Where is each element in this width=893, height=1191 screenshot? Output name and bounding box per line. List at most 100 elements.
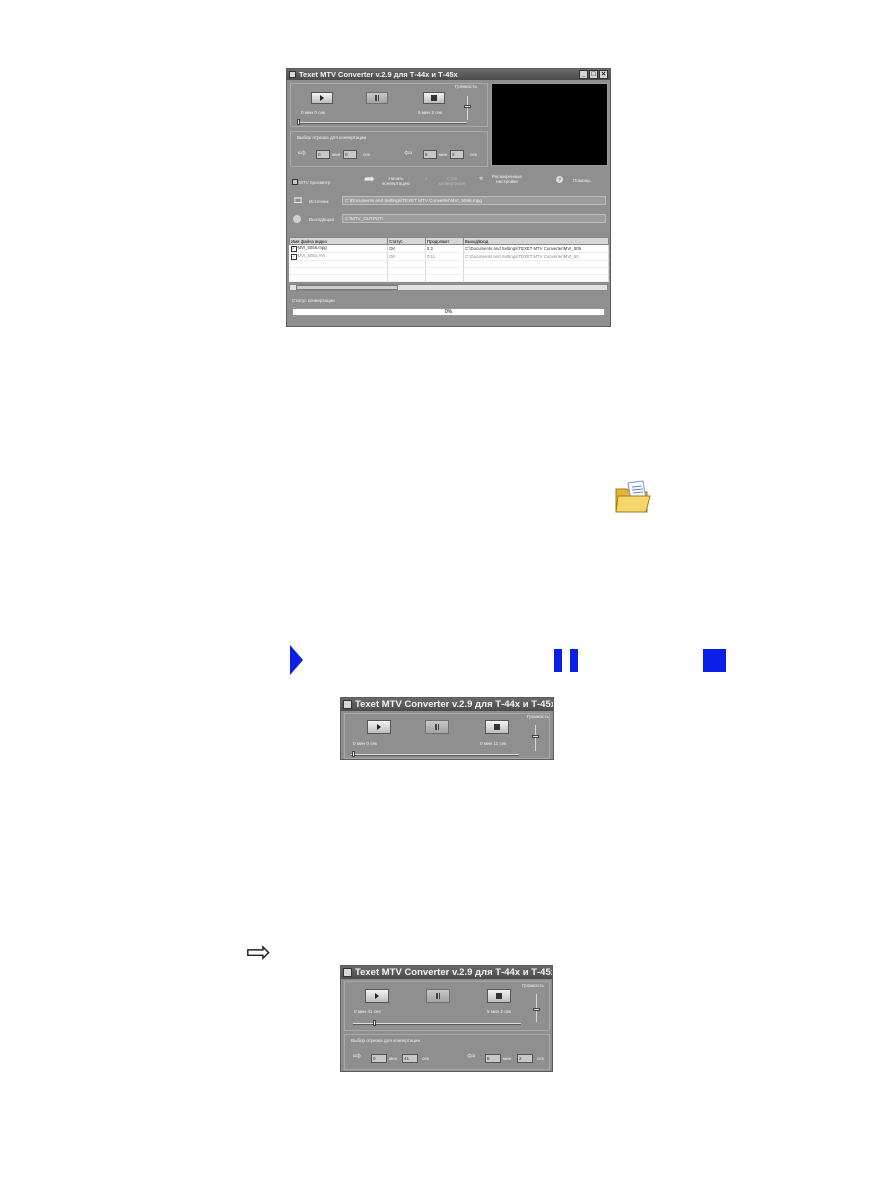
player-crop: Texet MTV Converter v.2.9 для Т-44х и Т-… (340, 697, 554, 760)
position-time: 0 мин 41 сек (354, 1009, 381, 1014)
play-icon (375, 993, 379, 999)
window-title: Texet MTV Converter v.2.9 для Т-44х и Т-… (355, 967, 553, 978)
seek-thumb[interactable] (297, 119, 300, 125)
table-row (289, 267, 609, 275)
play-button[interactable] (365, 989, 389, 1003)
stop-icon (431, 95, 437, 101)
start-min-field[interactable]: 0 (316, 150, 330, 159)
output-path-field[interactable]: C:\MTV_OUTPUT\ (342, 214, 606, 223)
play-icon (377, 724, 381, 730)
stop-button[interactable] (423, 92, 445, 104)
sec-unit: сек (422, 1056, 429, 1061)
pause-icon (436, 993, 440, 999)
progress-text: 0% (444, 309, 453, 315)
min-unit: мин (332, 152, 341, 157)
pause-button[interactable] (366, 92, 388, 104)
volume-label: Громкость (455, 84, 477, 89)
file-table: Имя файла видео Статус Продолжит Выход/в… (289, 237, 609, 282)
window-title: Texet MTV Converter v.2.9 для Т-44х и Т-… (299, 70, 458, 79)
player-panel (290, 83, 488, 127)
segment-label: Выбор отрезка для конвертации (351, 1038, 421, 1043)
duration-time: 5 мин 2 сек (418, 110, 443, 115)
column-header[interactable]: Имя файла видео (289, 237, 388, 245)
conversion-progress: 0% (292, 308, 605, 316)
table-row (289, 274, 609, 282)
volume-slider[interactable] (535, 725, 536, 751)
stop-button[interactable] (485, 720, 509, 734)
sec-unit: сек (470, 152, 477, 157)
pause-icon (554, 649, 579, 672)
arrow-right-icon: ⇨ (298, 148, 307, 159)
table-row[interactable]: ✓ MVI_5054.AVI OK 0:11 C:\Documents and S… (289, 252, 609, 261)
play-icon (320, 95, 324, 101)
start-min-field[interactable]: 0 (371, 1054, 387, 1063)
app-icon (343, 700, 352, 709)
stop-button[interactable] (487, 989, 511, 1003)
start-conversion-icon[interactable]: ➦ (364, 172, 375, 185)
seek-slider[interactable] (297, 122, 467, 124)
end-sec-field[interactable]: 2 (450, 150, 464, 159)
minimize-button[interactable]: _ (579, 70, 588, 79)
window-titlebar: Texet MTV Converter v.2.9 для Т-44х и Т-… (341, 966, 552, 979)
stop-conversion-button[interactable]: Стоп конвертация (437, 176, 467, 186)
volume-label: Громкость (522, 983, 544, 988)
seek-thumb[interactable] (352, 751, 355, 757)
arrow-right-icon: ⇨ (246, 936, 272, 969)
column-header[interactable]: Продолжит (425, 237, 464, 245)
stop-icon (703, 649, 726, 672)
disc-icon (293, 215, 301, 223)
stop-conversion-icon: ⨯ (424, 176, 428, 181)
start-conversion-button[interactable]: Начать конвертацию (379, 176, 413, 186)
column-header[interactable]: Выход/вход (463, 237, 609, 245)
end-sec-field[interactable]: 2 (517, 1054, 533, 1063)
table-row[interactable]: ✓ MVI_5056.mpg OK 5:2 C:\Documents and Se… (289, 244, 609, 253)
volume-thumb[interactable] (532, 735, 539, 738)
arrow-left-icon: ⇦ (467, 1051, 476, 1062)
status-label: Статус конвертации (292, 298, 335, 303)
volume-slider[interactable] (467, 96, 468, 120)
pause-button[interactable] (426, 989, 450, 1003)
arrow-right-icon: ⇨ (353, 1051, 362, 1062)
row-checkbox[interactable]: ✓ (290, 254, 297, 260)
volume-label: Громкость (527, 714, 549, 719)
pause-icon (375, 95, 379, 101)
pause-icon (435, 724, 439, 730)
advanced-settings-button[interactable]: Расширенные настройки (490, 174, 524, 184)
table-row (289, 260, 609, 268)
volume-thumb[interactable] (464, 105, 471, 108)
end-min-field[interactable]: 5 (485, 1054, 501, 1063)
min-unit: мин (389, 1056, 398, 1061)
settings-icon[interactable]: ⚒ (479, 176, 483, 182)
row-checkbox[interactable]: ✓ (290, 246, 297, 252)
close-button[interactable]: × (599, 70, 608, 79)
window-title: Texet MTV Converter v.2.9 для Т-44х и Т-… (355, 699, 554, 710)
play-button[interactable] (367, 720, 391, 734)
seek-thumb[interactable] (373, 1020, 376, 1026)
start-sec-field[interactable]: 0 (343, 150, 357, 159)
mtv-preview-checkbox[interactable]: MTV просмотр (292, 179, 330, 185)
end-min-field[interactable]: 5 (423, 150, 437, 159)
horizontal-scrollbar[interactable] (289, 284, 608, 291)
maximize-button[interactable]: □ (589, 70, 598, 79)
play-button[interactable] (311, 92, 333, 104)
source-path-field[interactable]: C:\Documents and Settings\TEXET MTV Conv… (342, 196, 606, 205)
position-time: 0 мин 0 сек (353, 741, 378, 746)
arrow-left-icon: ⇦ (404, 148, 413, 159)
help-icon[interactable]: ? (556, 176, 563, 183)
folder-icon (615, 480, 651, 513)
converter-window: Texet MTV Converter v.2.9 для Т-44х и Т-… (286, 68, 611, 327)
segment-crop: Texet MTV Converter v.2.9 для Т-44х и Т-… (340, 965, 553, 1072)
seek-slider[interactable] (353, 1023, 521, 1025)
column-header[interactable]: Статус (387, 237, 426, 245)
window-titlebar: Texet MTV Converter v.2.9 для Т-44х и Т-… (287, 69, 610, 80)
start-sec-field[interactable]: 41 (402, 1054, 418, 1063)
seek-slider[interactable] (351, 754, 519, 756)
sec-unit: сек (537, 1056, 544, 1061)
min-unit: мин (439, 152, 448, 157)
play-icon (290, 645, 303, 675)
source-label: Источник (309, 199, 329, 204)
help-button[interactable]: Помощь (573, 178, 591, 183)
pause-button[interactable] (425, 720, 449, 734)
volume-thumb[interactable] (533, 1008, 540, 1011)
film-icon: 🎞 (293, 196, 304, 205)
